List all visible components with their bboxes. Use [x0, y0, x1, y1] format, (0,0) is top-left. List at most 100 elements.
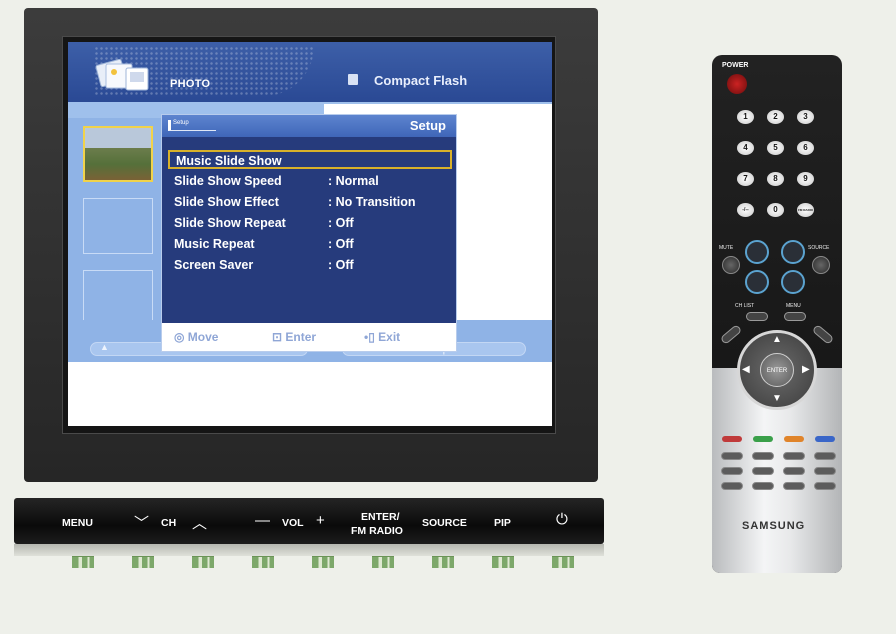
enter-label-line1: ENTER/ — [361, 511, 400, 523]
menu-item-slide-show-effect[interactable]: Slide Show Effect : No Transition — [168, 193, 452, 212]
header-photo-label: PHOTO — [170, 78, 211, 90]
remote-ch-down-button[interactable] — [781, 270, 805, 294]
remote-button-5[interactable]: 5 — [767, 141, 784, 155]
remote-function-button[interactable] — [752, 452, 774, 460]
remote-ch-list-label: CH LIST — [735, 303, 755, 309]
menu-item-screen-saver[interactable]: Screen Saver : Off — [168, 256, 452, 275]
remote-menu-button[interactable] — [784, 312, 806, 321]
remote-vol-down-button[interactable] — [745, 270, 769, 294]
source-button[interactable] — [432, 556, 454, 568]
menu-item-label: Slide Show Speed — [174, 174, 282, 188]
footer-enter-hint: ⊡ Enter — [272, 330, 317, 344]
photo-icon — [95, 58, 149, 91]
menu-item-slide-show-speed[interactable]: Slide Show Speed : Normal — [168, 172, 452, 191]
menu-item-label: Music Repeat — [174, 237, 255, 251]
ch-up-icon: ︿ — [192, 515, 208, 532]
thumbnail-selected[interactable] — [83, 126, 153, 182]
remote-function-button[interactable] — [721, 467, 743, 475]
dialog-title-bar: Setup Setup — [162, 115, 456, 137]
remote-button-4[interactable]: 4 — [737, 141, 754, 155]
remote-ch-up-button[interactable] — [781, 240, 805, 264]
remote-function-button[interactable] — [814, 467, 836, 475]
vol-plus-icon: + — [316, 512, 325, 529]
thumbnail-empty[interactable] — [83, 270, 153, 326]
power-icon: ⏻ — [556, 511, 568, 528]
setup-dialog: Setup Setup Music Slide Show Slide Show … — [161, 114, 457, 352]
menu-item-label: Screen Saver — [174, 258, 254, 272]
remote-function-button[interactable] — [783, 467, 805, 475]
remote-button-1[interactable]: 1 — [737, 110, 754, 124]
remote-menu-label: MENU — [786, 303, 801, 309]
menu-item-slide-show-repeat[interactable]: Slide Show Repeat : Off — [168, 214, 452, 233]
remote-source-button[interactable] — [812, 256, 830, 274]
remote-enter-button[interactable]: ENTER — [760, 353, 794, 387]
power-button[interactable] — [552, 556, 574, 568]
footer-exit-hint: •▯ Exit — [364, 330, 401, 344]
dpad-right-icon[interactable]: ▶ — [802, 364, 810, 375]
remote-button-9[interactable]: 9 — [797, 172, 814, 186]
dpad-down-icon[interactable]: ▼ — [772, 393, 782, 404]
dialog-title: Setup — [409, 118, 446, 133]
remote-power-label: POWER — [722, 62, 749, 69]
setup-title-icon: Setup — [168, 120, 216, 131]
remote-function-button[interactable] — [752, 467, 774, 475]
remote-function-button[interactable] — [721, 482, 743, 490]
left-arrow-icon: ▲ — [100, 342, 109, 352]
remote-brand-logo: SAMSUNG — [742, 520, 806, 532]
menu-item-value: : No Transition — [328, 195, 416, 209]
menu-item-value: : Off — [328, 216, 354, 230]
remote-green-button[interactable] — [753, 436, 773, 442]
remote-button-0[interactable]: 0 — [767, 203, 784, 217]
source-label: SOURCE — [422, 517, 467, 529]
menu-item-label: Music Slide Show — [176, 154, 282, 168]
vol-minus-icon: — — [255, 512, 270, 529]
remote-button-fm-radio[interactable]: FM RADIO — [797, 203, 814, 217]
vol-down-button[interactable] — [252, 556, 274, 568]
remote-button-6[interactable]: 6 — [797, 141, 814, 155]
remote-button-8[interactable]: 8 — [767, 172, 784, 186]
ch-down-icon: ﹀ — [134, 515, 150, 532]
ch-down-button[interactable] — [132, 556, 154, 568]
remote-function-button[interactable] — [721, 452, 743, 460]
menu-label: MENU — [62, 517, 93, 529]
menu-item-music-repeat[interactable]: Music Repeat : Off — [168, 235, 452, 254]
remote-blue-button[interactable] — [815, 436, 835, 442]
menu-button[interactable] — [72, 556, 94, 568]
menu-item-value: : Off — [328, 258, 354, 272]
vol-up-button[interactable] — [312, 556, 334, 568]
dpad-up-icon[interactable]: ▲ — [772, 334, 782, 345]
menu-item-value: : Off — [328, 237, 354, 251]
dpad-left-icon[interactable]: ◀ — [742, 364, 750, 375]
pip-button[interactable] — [492, 556, 514, 568]
remote-function-button[interactable] — [783, 482, 805, 490]
thumbnail-empty[interactable] — [83, 198, 153, 254]
ch-up-button[interactable] — [192, 556, 214, 568]
remote-mute-button[interactable] — [722, 256, 740, 274]
remote-function-button[interactable] — [752, 482, 774, 490]
dialog-footer: ◎ Move ⊡ Enter •▯ Exit — [162, 323, 456, 351]
screen-header: PHOTO Compact Flash — [68, 42, 552, 102]
remote-function-button[interactable] — [783, 452, 805, 460]
remote-button-dash[interactable]: -/-- — [737, 203, 754, 217]
remote-button-2[interactable]: 2 — [767, 110, 784, 124]
enter-button[interactable] — [372, 556, 394, 568]
vol-label: VOL — [282, 517, 304, 529]
remote-vol-up-button[interactable] — [745, 240, 769, 264]
remote-yellow-button[interactable] — [784, 436, 804, 442]
footer-move-hint: ◎ Move — [174, 330, 219, 344]
tv-control-strip — [14, 498, 604, 544]
control-strip-base — [14, 544, 604, 556]
menu-item-music-slide-show[interactable]: Music Slide Show — [168, 150, 452, 169]
remote-button-7[interactable]: 7 — [737, 172, 754, 186]
remote-function-button[interactable] — [814, 452, 836, 460]
storage-label: Compact Flash — [374, 73, 468, 88]
remote-mute-label: MUTE — [719, 245, 734, 251]
remote-red-button[interactable] — [722, 436, 742, 442]
pip-label: PIP — [494, 517, 511, 529]
ch-label: CH — [161, 517, 177, 529]
remote-power-button[interactable] — [727, 74, 747, 94]
remote-ch-list-button[interactable] — [746, 312, 768, 321]
remote-function-button[interactable] — [814, 482, 836, 490]
enter-label-line2: FM RADIO — [351, 525, 403, 537]
remote-button-3[interactable]: 3 — [797, 110, 814, 124]
